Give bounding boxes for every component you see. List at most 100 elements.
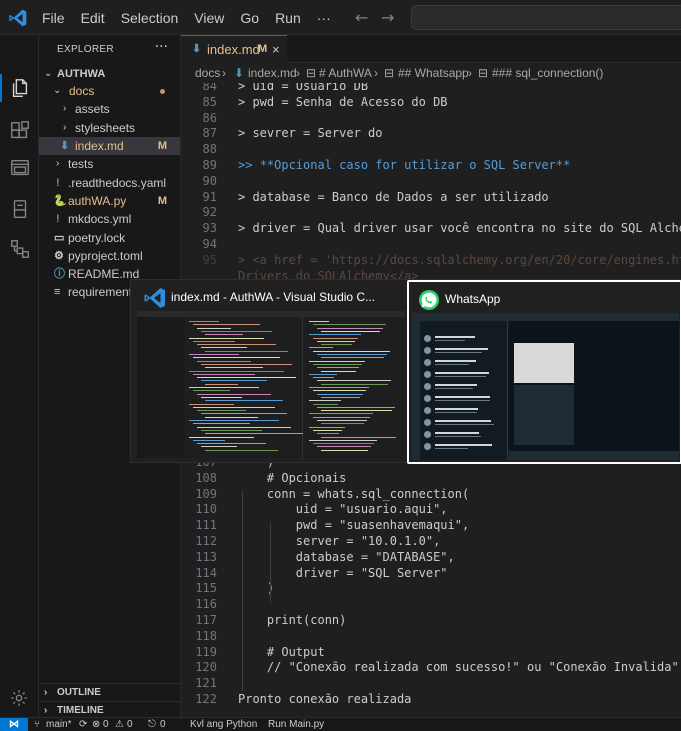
code-line[interactable]: 95 > <a href = 'https://docs.sqlalchemy.o… — [181, 252, 681, 268]
tree-file-mkdocs[interactable]: ! mkdocs.yml — [39, 210, 180, 228]
code-line[interactable]: 113 database = "DATABASE", — [181, 549, 681, 565]
switcher-item-whatsapp[interactable]: WhatsApp — [407, 280, 681, 464]
tree-folder-assets[interactable]: › assets — [39, 100, 180, 118]
breadcrumb-h3[interactable]: ### sql_connection() — [492, 63, 603, 83]
menu-go[interactable]: Go — [240, 10, 259, 26]
tree-file-poetry-lock[interactable]: ▭ poetry.lock — [39, 229, 180, 247]
notebook-icon[interactable] — [9, 198, 31, 220]
back-arrow-icon[interactable]: ← — [355, 8, 368, 27]
menu-run[interactable]: Run — [275, 10, 301, 26]
extensions-icon[interactable] — [9, 120, 31, 142]
tree-root-authwa[interactable]: ⌄ AUTHWA — [39, 65, 180, 83]
errors-count[interactable]: 0 — [103, 718, 109, 731]
code-token: conn = whats.sql_connection( — [238, 486, 470, 501]
menu-edit[interactable]: Edit — [81, 10, 105, 26]
code-text: pwd = "suasenhavemaqui", — [238, 517, 469, 533]
forward-arrow-icon[interactable]: → — [381, 8, 394, 27]
sync-icon[interactable]: ⟳ — [79, 718, 87, 731]
code-line[interactable]: 108 # Opcionais — [181, 470, 681, 486]
line-number: 118 — [195, 628, 217, 643]
code-line[interactable]: 112 server = "10.0.1.0", — [181, 533, 681, 549]
code-line[interactable]: 89 >> **Opcional caso for utilizar o SQL … — [181, 157, 681, 173]
breadcrumb-file[interactable]: index.md — [248, 63, 297, 83]
thumbnail-line — [317, 420, 367, 421]
thumbnail-chat-avatar — [424, 383, 431, 390]
settings-gear-icon[interactable] — [9, 688, 29, 708]
remote-explorer-icon[interactable] — [9, 157, 31, 179]
line-number: 114 — [195, 565, 217, 580]
thumbnail-line — [193, 324, 260, 326]
code-line[interactable]: 122 Pronto conexão realizada — [181, 691, 681, 707]
thumbnail-line — [321, 383, 388, 385]
activity-bar — [0, 35, 39, 717]
switcher-item-vscode[interactable]: index.md - AuthWA - Visual Studio C... — [135, 280, 405, 464]
gear-file-icon: ⚙ — [54, 250, 64, 262]
code-line[interactable]: 118 — [181, 628, 681, 644]
code-line[interactable]: 90 — [181, 173, 681, 189]
warnings-count[interactable]: 0 — [127, 718, 133, 731]
command-center-search[interactable] — [411, 5, 681, 30]
tree-folder-tests[interactable]: › tests — [39, 155, 180, 173]
thumbnail-chat-line — [435, 352, 482, 353]
tree-folder-docs[interactable]: ⌄ docs — [39, 82, 180, 100]
source-control-graph-icon[interactable] — [9, 238, 31, 260]
tab-index-md[interactable]: ⬇ index.md M × — [181, 35, 287, 63]
tree-folder-stylesheets[interactable]: › stylesheets — [39, 119, 180, 137]
timeline-section[interactable]: › TIMELINE — [39, 701, 180, 717]
vscode-window-thumbnail — [137, 311, 405, 458]
tree-item-label: mkdocs.yml — [68, 212, 132, 226]
code-line[interactable]: 121 — [181, 675, 681, 691]
code-token: > pwd = Senha de Acesso do DB — [238, 94, 448, 109]
code-line[interactable]: 114 driver = "SQL Server" — [181, 565, 681, 581]
warnings-icon: ⚠ — [115, 719, 124, 730]
breadcrumb-h2[interactable]: ## Whatsapp — [398, 63, 469, 83]
language-indicator[interactable]: Kvl ang Python — [190, 718, 257, 731]
code-line[interactable]: 87 > sevrer = Server do — [181, 125, 681, 141]
code-line[interactable]: 119 # Output — [181, 644, 681, 660]
code-line[interactable]: 84 > uid = Usuario DB — [181, 83, 681, 94]
code-line[interactable]: 109 conn = whats.sql_connection( — [181, 486, 681, 502]
code-line[interactable]: 115 ) — [181, 580, 681, 596]
code-line[interactable]: 88 — [181, 141, 681, 157]
thumbnail-line — [321, 410, 392, 412]
code-line[interactable]: 117 print(conn) — [181, 612, 681, 628]
outline-section[interactable]: › OUTLINE — [39, 683, 180, 701]
thumbnail-line — [189, 321, 219, 322]
menu-more[interactable]: ··· — [317, 10, 331, 26]
explorer-more-actions[interactable]: ··· — [155, 39, 168, 55]
menu-file[interactable]: File — [42, 10, 65, 26]
code-line[interactable]: 120 // "Conexão realizada com sucesso!" … — [181, 659, 681, 675]
breadcrumb-h1[interactable]: # AuthWA — [319, 63, 372, 83]
menu-selection[interactable]: Selection — [121, 10, 179, 26]
info-file-icon: ⓘ — [54, 268, 65, 280]
code-line[interactable]: 93 > driver = Qual driver usar você encon… — [181, 220, 681, 236]
remote-indicator[interactable]: ⋈ — [0, 718, 28, 731]
explorer-files-icon[interactable] — [9, 77, 31, 99]
thumbnail-chat-line — [435, 364, 469, 365]
code-line[interactable]: 85 > pwd = Senha de Acesso do DB — [181, 94, 681, 110]
code-line[interactable]: 92 — [181, 204, 681, 220]
thumbnail-line — [193, 390, 230, 392]
thumbnail-line — [313, 324, 386, 326]
run-main-button[interactable]: Run Main.py — [268, 718, 324, 731]
code-line[interactable]: 94 — [181, 236, 681, 252]
code-line[interactable]: 86 — [181, 110, 681, 126]
tab-close-icon[interactable]: × — [272, 36, 280, 63]
tree-file-index-md[interactable]: ⬇ index.md M — [39, 137, 180, 155]
ports-count[interactable]: 0 — [160, 718, 166, 731]
code-line[interactable]: 111 pwd = "suasenhavemaqui", — [181, 517, 681, 533]
code-token: # Output — [238, 644, 325, 659]
menu-view[interactable]: View — [194, 10, 224, 26]
thumbnail-line — [205, 416, 258, 418]
git-branch[interactable]: main* — [46, 718, 72, 731]
code-line[interactable]: 116 — [181, 596, 681, 612]
tree-file-pyproject[interactable]: ⚙ pyproject.toml — [39, 247, 180, 265]
code-line[interactable]: 110 uid = "usuario.aqui", — [181, 501, 681, 517]
tree-file-authwa-py[interactable]: 🐍 authWA.py M — [39, 192, 180, 210]
switcher-title: index.md - AuthWA - Visual Studio C... — [171, 290, 376, 304]
code-line[interactable]: 91 > database = Banco de Dados a ser util… — [181, 189, 681, 205]
tree-file-readthedocs[interactable]: ! .readthedocs.yaml — [39, 174, 180, 192]
breadcrumb-docs[interactable]: docs — [195, 63, 220, 83]
thumbnail-line — [205, 350, 288, 352]
thumbnail-line — [309, 439, 377, 441]
